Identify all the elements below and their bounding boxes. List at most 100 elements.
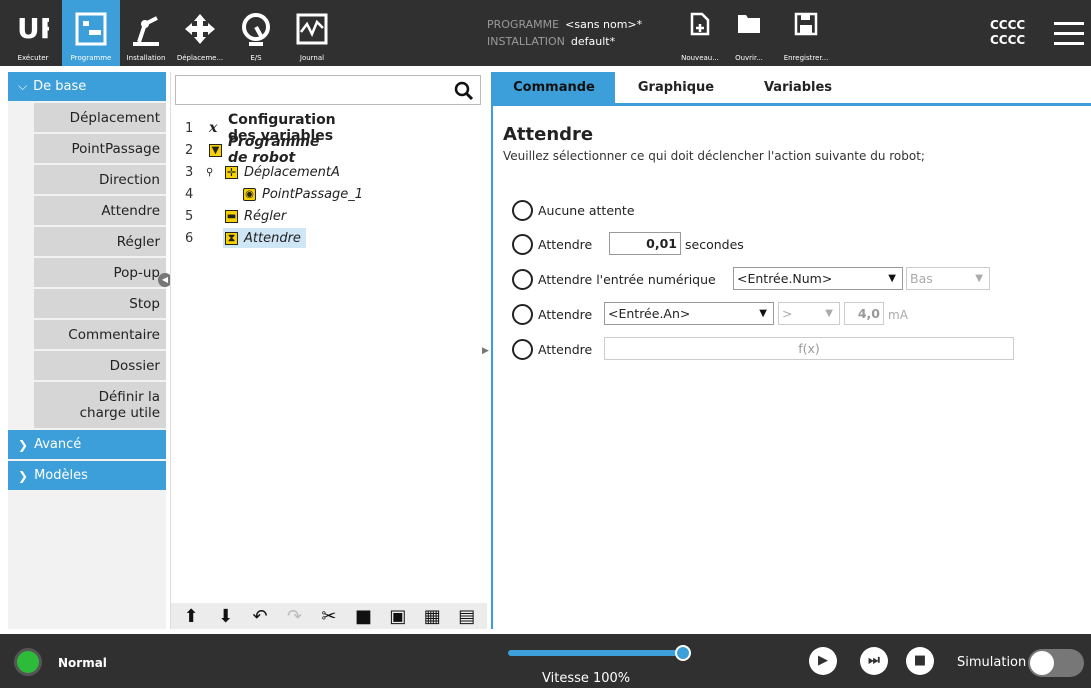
app: UR Exécuter Programme Installation Dépla… (0, 0, 1091, 688)
move-node-icon: ✛ (225, 165, 238, 179)
command-tabs: Commande Graphique Variables (493, 72, 1091, 106)
palette-item-comment[interactable]: Commentaire (34, 320, 166, 349)
palette-item-popup[interactable]: Pop-up (34, 258, 166, 287)
programme-name: <sans nom>* (565, 18, 643, 31)
digital-state-select[interactable]: Bas ▼ (906, 267, 990, 290)
variable-x-icon: x (209, 120, 218, 136)
set-node-icon: ▬ (225, 209, 238, 223)
save-file-button[interactable]: Enregistrer... (776, 0, 836, 66)
palette-item-move[interactable]: Déplacement (34, 103, 166, 132)
tab-program[interactable]: Programme (62, 0, 120, 66)
installation-name: default* (570, 35, 616, 48)
palette-item-wait[interactable]: Attendre (34, 196, 166, 225)
footer-bar: Normal Vitesse 100% ▶ ⏭ ■ Simulation (0, 634, 1091, 688)
robot-id-line1: CCCC (990, 18, 1026, 32)
delete-icon[interactable]: ▦ (420, 606, 445, 627)
tree-search-input[interactable] (175, 75, 481, 105)
option-wait-analog-label: Attendre (538, 306, 593, 322)
category-basic-label: De base (33, 79, 87, 94)
tree-row-label: PointPassage_1 (262, 186, 364, 202)
open-file-label: Ouvrir... (735, 54, 763, 62)
stop-button[interactable]: ■ (906, 647, 934, 675)
option-no-wait[interactable]: Aucune attente (512, 198, 635, 222)
move-arrows-icon (185, 14, 215, 44)
wait-seconds-input[interactable]: 0,01 (609, 232, 681, 255)
robot-arm-icon (133, 16, 159, 46)
digital-state-value: Bas (910, 271, 933, 286)
expand-toggle-icon[interactable]: ⚲ (206, 167, 213, 178)
palette-item-set-payload[interactable]: Définir la charge utile (34, 382, 166, 428)
program-flag-icon: ▼ (209, 143, 222, 157)
palette-item-folder[interactable]: Dossier (34, 351, 166, 380)
palette-item-waypoint[interactable]: PointPassage (34, 134, 166, 163)
suppress-icon[interactable]: ▤ (454, 606, 479, 627)
paste-icon[interactable]: ▣ (385, 606, 410, 627)
radio-wait-digital[interactable] (512, 268, 533, 290)
analog-threshold-input[interactable]: 4,0 (844, 302, 884, 325)
expression-input[interactable]: f(x) (604, 337, 1014, 360)
tab-installation[interactable]: Installation (120, 0, 172, 66)
palette-item-stop[interactable]: Stop (34, 289, 166, 318)
tab-run[interactable]: UR Exécuter (8, 0, 58, 66)
move-down-icon[interactable]: ⬇ (213, 606, 238, 627)
program-tree-icon (75, 12, 107, 46)
installation-key: INSTALLATION (487, 35, 565, 48)
tab-variables[interactable]: Variables (737, 72, 859, 103)
category-templates[interactable]: ❯ Modèles (8, 461, 166, 490)
tree-toolbar: ⬆ ⬇ ↶ ↷ ✂ ■ ▣ ▦ ▤ (171, 603, 487, 629)
log-chart-icon (296, 13, 328, 45)
category-basic[interactable]: ⌵ De base (8, 72, 166, 101)
robot-status-icon[interactable] (14, 648, 42, 676)
save-disk-icon (794, 12, 818, 36)
radio-wait-time[interactable] (512, 233, 533, 255)
tab-move[interactable]: Déplaceme... (172, 0, 228, 66)
programme-info: PROGRAMME <sans nom>* (487, 18, 642, 31)
move-up-icon[interactable]: ⬆ (179, 606, 204, 627)
speed-slider[interactable] (508, 650, 684, 656)
installation-info: INSTALLATION default* (487, 35, 615, 48)
search-icon[interactable] (454, 81, 474, 101)
tree-row-number: 3 (185, 164, 194, 180)
tree-row-number: 2 (185, 142, 194, 158)
cut-icon[interactable]: ✂ (316, 606, 341, 627)
radio-wait-analog[interactable] (512, 303, 533, 325)
play-button[interactable]: ▶ (809, 647, 837, 675)
command-panel: Commande Graphique Variables Attendre Ve… (491, 72, 1091, 629)
tab-io[interactable]: E/S (228, 0, 284, 66)
node-palette: ⌵ De base Déplacement PointPassage Direct… (8, 72, 166, 629)
radio-no-wait[interactable] (512, 199, 533, 221)
simulation-toggle-knob[interactable] (1030, 651, 1054, 675)
category-advanced[interactable]: ❯ Avancé (8, 430, 166, 459)
programme-key: PROGRAMME (487, 18, 560, 31)
speed-slider-handle[interactable] (675, 645, 691, 661)
robot-id: CCCC CCCC (990, 18, 1025, 48)
option-wait-time[interactable]: Attendre (512, 232, 592, 256)
seconds-unit: secondes (685, 237, 744, 252)
undo-icon[interactable]: ↶ (248, 606, 273, 627)
copy-icon[interactable]: ■ (351, 606, 376, 627)
analog-operator-select[interactable]: > ▼ (778, 302, 840, 325)
tab-log[interactable]: Journal (284, 0, 340, 66)
redo-icon[interactable]: ↷ (282, 606, 307, 627)
hamburger-menu-icon[interactable] (1054, 22, 1084, 52)
tab-command[interactable]: Commande (493, 72, 615, 103)
new-file-icon (690, 12, 710, 36)
palette-item-direction[interactable]: Direction (34, 165, 166, 194)
radio-wait-expression[interactable] (512, 338, 533, 360)
open-file-button[interactable]: Ouvrir... (724, 0, 774, 66)
step-button[interactable]: ⏭ (860, 647, 888, 675)
new-file-button[interactable]: Nouveau... (672, 0, 728, 66)
option-wait-analog[interactable]: Attendre (512, 302, 592, 326)
analog-operator-value: > (782, 306, 793, 321)
option-wait-digital[interactable]: Attendre l'entrée numérique (512, 267, 716, 291)
tab-graphics[interactable]: Graphique (615, 72, 737, 103)
chevron-down-icon: ▼ (975, 273, 983, 284)
analog-input-select[interactable]: <Entrée.An> ▼ (604, 302, 774, 325)
tree-row-label: Régler (244, 208, 287, 224)
digital-input-select[interactable]: <Entrée.Num> ▼ (733, 267, 903, 290)
tree-row-label: DéplacementA (244, 164, 340, 180)
robot-id-line2: CCCC (990, 33, 1026, 47)
palette-item-set[interactable]: Régler (34, 227, 166, 256)
option-wait-expression[interactable]: Attendre (512, 337, 592, 361)
svg-text:UR: UR (17, 12, 49, 42)
